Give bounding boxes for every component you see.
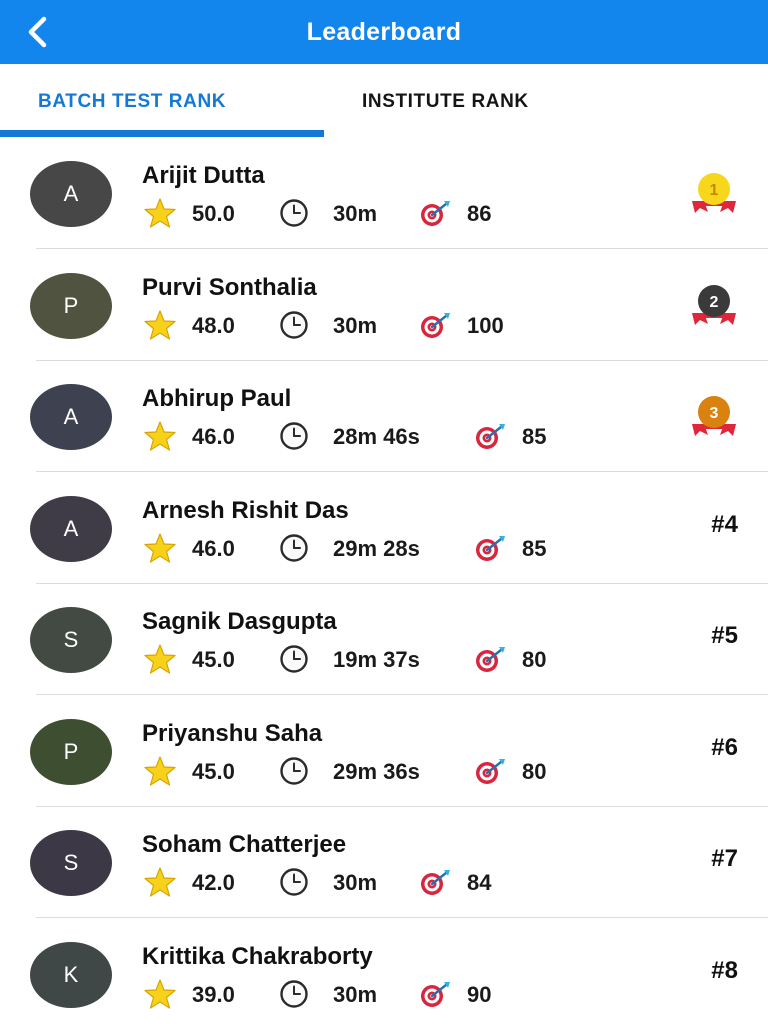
stats-row: 46.0 29m 28s 85 [143, 532, 663, 563]
tab-bar: BATCH TEST RANK INSTITUTE RANK [0, 64, 768, 138]
score-value: 39.0 [192, 981, 235, 1007]
score-value: 50.0 [192, 201, 235, 226]
student-name: Sagnik Dasgupta [142, 608, 337, 635]
time-value: 28m 46s [333, 424, 420, 449]
list-item[interactable]: P Priyanshu Saha 45.0 29m 36s 80 #6 [0, 696, 768, 807]
avatar: A [30, 495, 112, 562]
score-value: 42.0 [192, 870, 235, 895]
score-value: 46.0 [192, 424, 235, 449]
time-value: 30m [333, 201, 378, 226]
student-name: Purvi Sonthalia [142, 273, 317, 301]
list-item[interactable]: P Purvi Sonthalia 48.0 30m 100 2 [0, 250, 768, 361]
accuracy-value: 85 [522, 424, 547, 449]
accuracy-value: 85 [522, 535, 547, 561]
list-item[interactable]: S Sagnik Dasgupta 45.0 19m 37s 80 #5 [0, 584, 768, 695]
bronze-medal-icon: 3 [686, 393, 742, 443]
active-tab-indicator [0, 130, 324, 137]
rank-number: 3 [710, 405, 719, 422]
app-bar: Leaderboard [0, 0, 768, 64]
time-value: 30m [333, 312, 378, 338]
rank-label: #5 [711, 622, 738, 649]
tab-label: BATCH TEST RANK [38, 91, 227, 112]
list-item[interactable]: A Arijit Dutta 50.0 30m 86 1 [0, 138, 768, 249]
accuracy-value: 80 [522, 758, 547, 784]
rank-label: #4 [711, 510, 738, 538]
page-title: Leaderboard [306, 18, 462, 46]
tab-label: INSTITUTE RANK [362, 91, 529, 112]
time-value: 29m 36s [333, 758, 420, 784]
accuracy-value: 86 [467, 201, 492, 226]
stats-row: 48.0 30m 100 [143, 309, 663, 340]
accuracy-value: 90 [467, 981, 492, 1007]
accuracy-value: 80 [522, 647, 547, 672]
time-value: 30m [333, 870, 378, 895]
stats-row: 42.0 30m 84 [143, 867, 663, 897]
score-value: 45.0 [192, 758, 235, 784]
stats-row: 39.0 30m 90 [143, 978, 663, 1009]
avatar: K [30, 941, 112, 1008]
accuracy-value: 100 [467, 312, 504, 338]
student-name: Soham Chatterjee [142, 831, 347, 858]
tab-batch-test-rank[interactable]: BATCH TEST RANK [0, 64, 324, 138]
rank-label: #7 [711, 845, 738, 872]
silver-medal-icon: 2 [686, 282, 742, 332]
accuracy-value: 84 [467, 870, 492, 895]
stats-row: 46.0 28m 46s 85 [143, 421, 663, 451]
score-value: 48.0 [192, 312, 235, 338]
avatar: A [30, 161, 112, 227]
list-item[interactable]: A Abhirup Paul 46.0 28m 46s 85 3 [0, 361, 768, 472]
time-value: 30m [333, 981, 378, 1007]
student-name: Krittika Chakraborty [142, 942, 373, 970]
student-name: Arnesh Rishit Das [142, 496, 349, 524]
rank-label: #6 [711, 733, 738, 761]
rank-label: #8 [711, 956, 738, 984]
tab-institute-rank[interactable]: INSTITUTE RANK [324, 64, 768, 138]
list-item[interactable]: K Krittika Chakraborty 39.0 30m 90 #8 [0, 919, 768, 1024]
time-value: 19m 37s [333, 647, 420, 672]
score-value: 46.0 [192, 535, 235, 561]
student-name: Arijit Dutta [142, 162, 265, 189]
avatar: S [30, 830, 112, 896]
rank-number: 2 [710, 294, 719, 311]
avatar: P [30, 272, 112, 339]
avatar: A [30, 384, 112, 450]
rank-number: 1 [710, 182, 719, 199]
score-value: 45.0 [192, 647, 235, 672]
stats-row: 50.0 30m 86 [143, 198, 663, 228]
gold-medal-icon: 1 [686, 170, 742, 220]
list-item[interactable]: S Soham Chatterjee 42.0 30m 84 #7 [0, 807, 768, 918]
avatar: P [30, 718, 112, 785]
avatar: S [30, 607, 112, 673]
student-name: Abhirup Paul [142, 385, 292, 412]
time-value: 29m 28s [333, 535, 420, 561]
stats-row: 45.0 29m 36s 80 [143, 755, 663, 786]
student-name: Priyanshu Saha [142, 719, 323, 747]
list-item[interactable]: A Arnesh Rishit Das 46.0 29m 28s 85 #4 [0, 473, 768, 584]
stats-row: 45.0 19m 37s 80 [143, 644, 663, 674]
